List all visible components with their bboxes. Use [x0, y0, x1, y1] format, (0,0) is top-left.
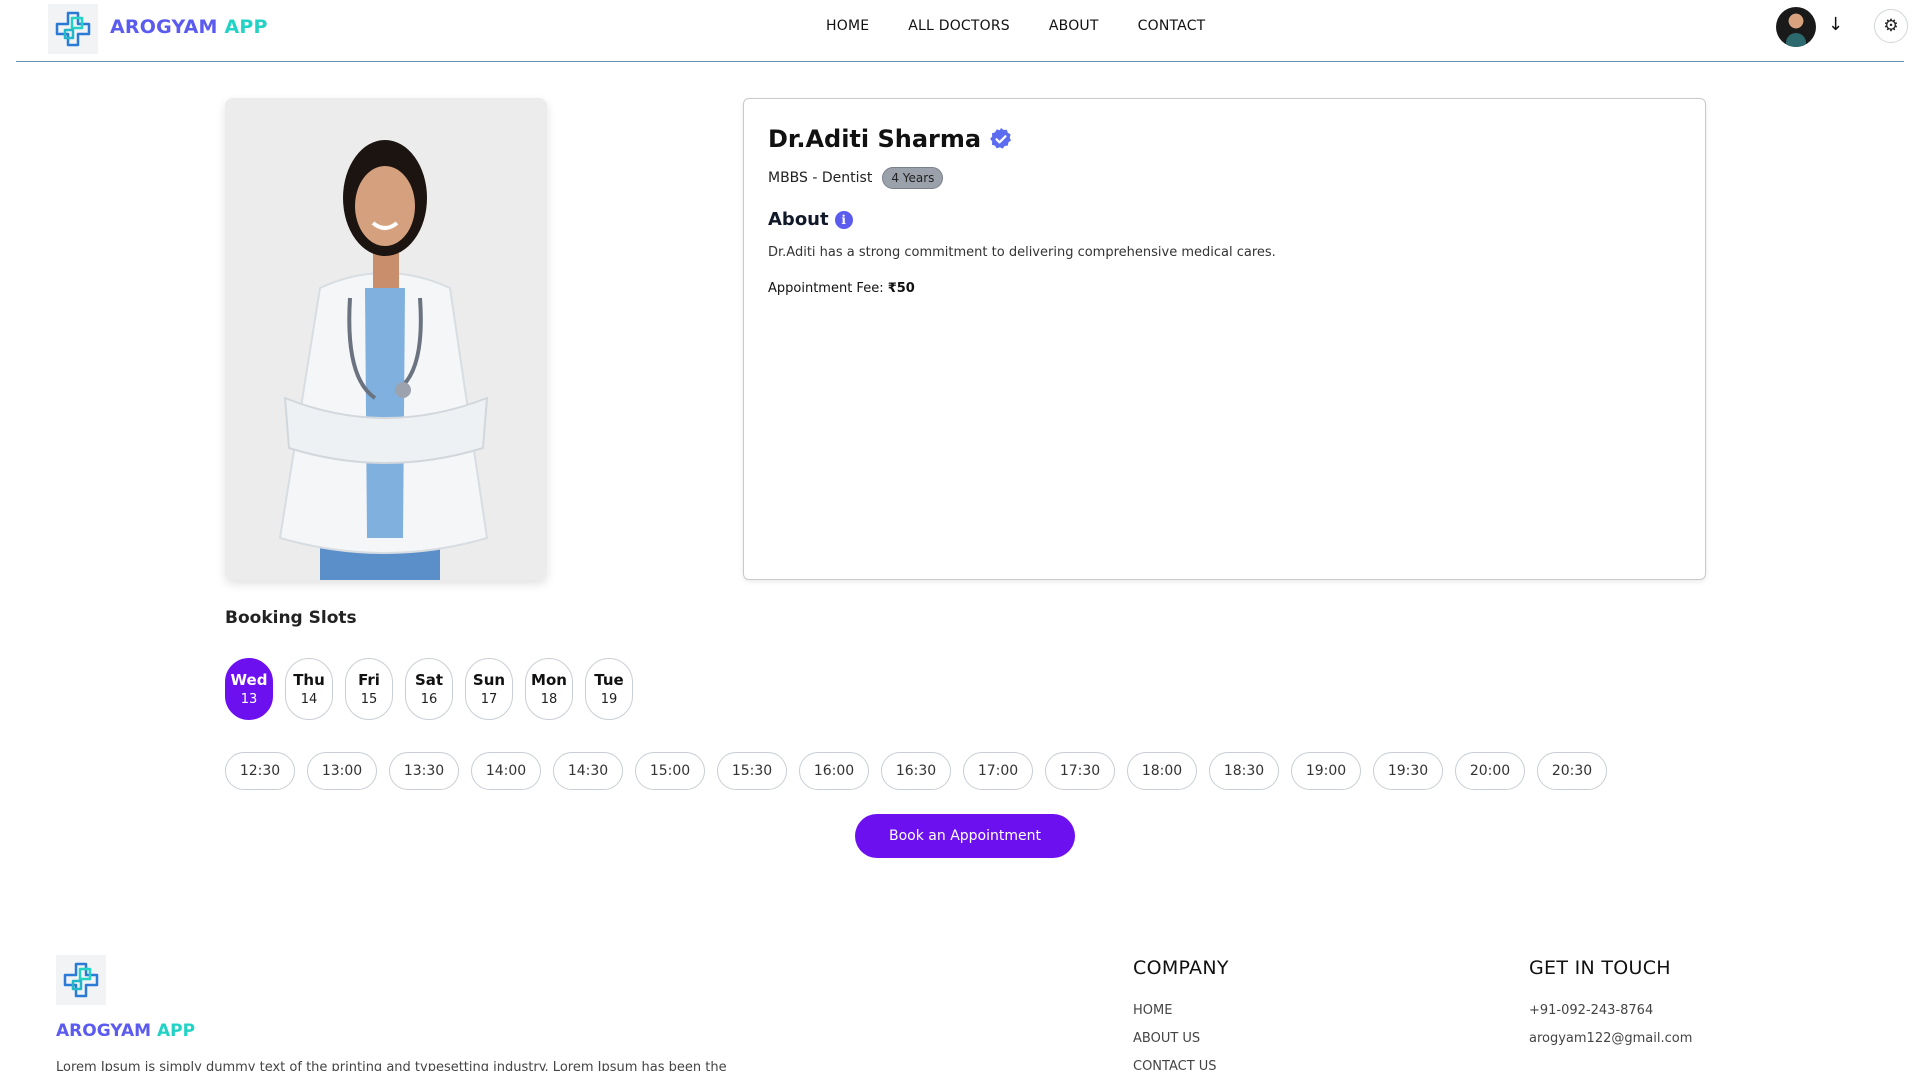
time-slot[interactable]: 17:30: [1045, 752, 1115, 790]
nav-links: HOME ALL DOCTORS ABOUT CONTACT: [826, 18, 1244, 34]
day-number: 15: [360, 692, 378, 707]
footer-link-contact-us[interactable]: CONTACT US: [1133, 1059, 1217, 1071]
brand-part-1: AROGYAM: [110, 16, 218, 38]
doctor-illustration: [225, 98, 547, 580]
time-slot[interactable]: 18:00: [1127, 752, 1197, 790]
info-icon: i: [834, 210, 853, 229]
experience-badge: 4 Years: [882, 167, 944, 189]
footer-link-about-us[interactable]: ABOUT US: [1133, 1031, 1217, 1059]
day-name: Wed: [230, 671, 268, 689]
day-name: Thu: [293, 671, 325, 689]
day-selector: Wed 13 Thu 14 Fri 15 Sat 16 Sun 17 Mon 1…: [225, 658, 633, 720]
time-slot[interactable]: 16:30: [881, 752, 951, 790]
day-slot[interactable]: Sun 17: [465, 658, 513, 720]
footer-description: Lorem Ipsum is simply dummy text of the …: [56, 1060, 727, 1071]
day-name: Tue: [594, 671, 624, 689]
time-slot[interactable]: 13:00: [307, 752, 377, 790]
degree-row: MBBS - Dentist 4 Years: [768, 167, 944, 189]
doctor-degree: MBBS - Dentist: [768, 170, 873, 186]
day-number: 14: [300, 692, 318, 707]
day-name: Fri: [358, 671, 380, 689]
day-number: 17: [480, 692, 498, 707]
fee-value: ₹50: [887, 281, 915, 296]
verified-icon: [989, 127, 1013, 151]
about-title: About: [768, 209, 829, 230]
footer-brand-part-2: APP: [151, 1021, 196, 1041]
time-slot[interactable]: 15:00: [635, 752, 705, 790]
day-slot[interactable]: Thu 14: [285, 658, 333, 720]
footer-company-title: COMPANY: [1133, 957, 1229, 979]
footer-brand-part-1: AROGYAM: [56, 1021, 152, 1041]
nav-contact[interactable]: CONTACT: [1138, 18, 1206, 34]
day-name: Sun: [472, 671, 506, 689]
doctor-name: Dr.Aditi Sharma: [768, 125, 982, 153]
time-slot[interactable]: 16:00: [799, 752, 869, 790]
medical-cross-logo-icon: [63, 962, 99, 998]
medical-cross-logo-icon: [55, 11, 91, 47]
day-slot[interactable]: Fri 15: [345, 658, 393, 720]
time-slot[interactable]: 14:00: [471, 752, 541, 790]
day-number: 18: [540, 692, 558, 707]
day-slot[interactable]: Sat 16: [405, 658, 453, 720]
time-slot[interactable]: 18:30: [1209, 752, 1279, 790]
day-slot[interactable]: Wed 13: [225, 658, 273, 720]
nav-home[interactable]: HOME: [826, 18, 869, 34]
book-appointment-button[interactable]: Book an Appointment: [855, 814, 1075, 858]
about-heading: About i: [768, 209, 853, 230]
doctor-info-card: Dr.Aditi Sharma MBBS - Dentist 4 Years A…: [743, 98, 1706, 580]
day-slot[interactable]: Tue 19: [585, 658, 633, 720]
arrow-down-icon[interactable]: ↓: [1828, 14, 1843, 35]
day-name: Sat: [414, 671, 444, 689]
time-slot[interactable]: 20:00: [1455, 752, 1525, 790]
logo[interactable]: [48, 4, 98, 54]
footer-contact-info: +91-092-243-8764 arogyam122@gmail.com: [1529, 1003, 1692, 1059]
nav-all-doctors[interactable]: ALL DOCTORS: [908, 18, 1010, 34]
time-slot[interactable]: 20:30: [1537, 752, 1607, 790]
day-number: 19: [600, 692, 618, 707]
doctor-photo: [225, 98, 547, 580]
brand-name[interactable]: AROGYAM APP: [110, 16, 268, 38]
booking-slots-title: Booking Slots: [225, 608, 357, 628]
time-slot[interactable]: 19:00: [1291, 752, 1361, 790]
footer-brand: AROGYAM APP: [56, 1021, 195, 1041]
gear-icon: ⚙: [1883, 16, 1899, 36]
time-slots: 12:30 13:00 13:30 14:00 14:30 15:00 15:3…: [225, 752, 1607, 790]
day-number: 13: [240, 692, 258, 707]
day-number: 16: [420, 692, 438, 707]
time-slot[interactable]: 19:30: [1373, 752, 1443, 790]
brand-part-2: APP: [217, 16, 268, 38]
settings-button[interactable]: ⚙: [1874, 9, 1908, 43]
time-slot[interactable]: 17:00: [963, 752, 1033, 790]
time-slot[interactable]: 12:30: [225, 752, 295, 790]
day-slot[interactable]: Mon 18: [525, 658, 573, 720]
fee-label: Appointment Fee:: [768, 281, 884, 296]
footer-email[interactable]: arogyam122@gmail.com: [1529, 1031, 1692, 1059]
footer-company-links: HOME ABOUT US CONTACT US: [1133, 1003, 1217, 1071]
footer-logo[interactable]: [56, 955, 106, 1005]
user-avatar[interactable]: [1776, 7, 1816, 47]
footer-get-in-touch-title: GET IN TOUCH: [1529, 957, 1671, 979]
nav-about[interactable]: ABOUT: [1049, 18, 1099, 34]
footer-link-home[interactable]: HOME: [1133, 1003, 1217, 1031]
navbar: AROGYAM APP HOME ALL DOCTORS ABOUT CONTA…: [16, 0, 1908, 62]
time-slot[interactable]: 15:30: [717, 752, 787, 790]
time-slot[interactable]: 14:30: [553, 752, 623, 790]
day-name: Mon: [531, 671, 567, 689]
time-slot[interactable]: 13:30: [389, 752, 459, 790]
appointment-fee: Appointment Fee: ₹50: [768, 281, 915, 296]
footer-phone: +91-092-243-8764: [1529, 1003, 1654, 1018]
doctor-name-row: Dr.Aditi Sharma: [768, 125, 1013, 153]
about-text: Dr.Aditi has a strong commitment to deli…: [768, 245, 1276, 260]
